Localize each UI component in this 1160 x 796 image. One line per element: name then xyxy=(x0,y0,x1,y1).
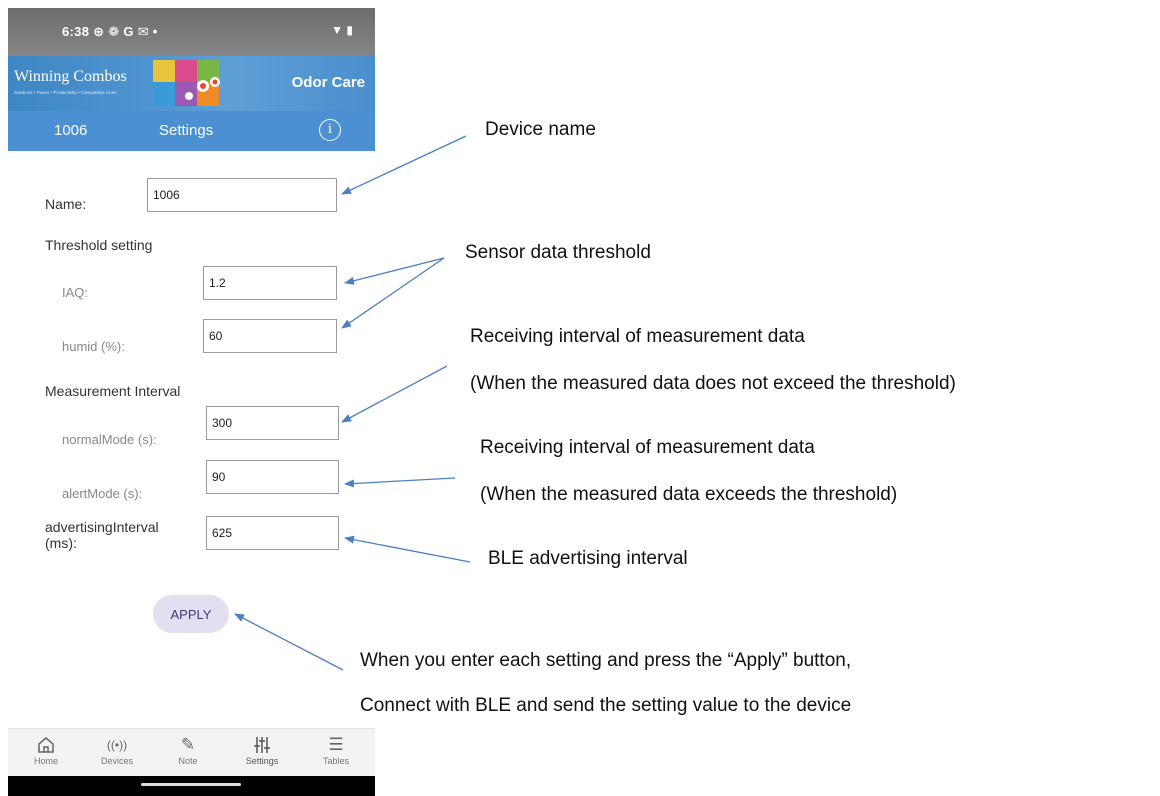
annotation-normal-interval-line2: (When the measured data does not exceed … xyxy=(470,373,956,394)
arrow-humid-threshold xyxy=(341,257,445,329)
arrow-iaq-threshold xyxy=(344,257,445,285)
annotation-alert-interval-line1: Receiving interval of measurement data xyxy=(480,437,815,458)
arrow-apply-button xyxy=(234,613,344,671)
arrow-ble-interval xyxy=(344,535,471,563)
annotation-alert-interval-line2: (When the measured data exceeds the thre… xyxy=(480,484,898,505)
annotation-apply-line2: Connect with BLE and send the setting va… xyxy=(360,695,852,716)
arrow-device-name xyxy=(341,135,467,195)
annotation-apply-line1: When you enter each setting and press th… xyxy=(360,650,852,671)
annotation-device-name: Device name xyxy=(485,119,596,140)
arrow-alert-interval xyxy=(344,477,456,488)
annotation-normal-interval-line1: Receiving interval of measurement data xyxy=(470,326,805,347)
annotation-sensor-threshold: Sensor data threshold xyxy=(465,242,651,263)
arrow-normal-interval xyxy=(341,365,448,423)
annotation-ble-interval: BLE advertising interval xyxy=(488,548,688,569)
